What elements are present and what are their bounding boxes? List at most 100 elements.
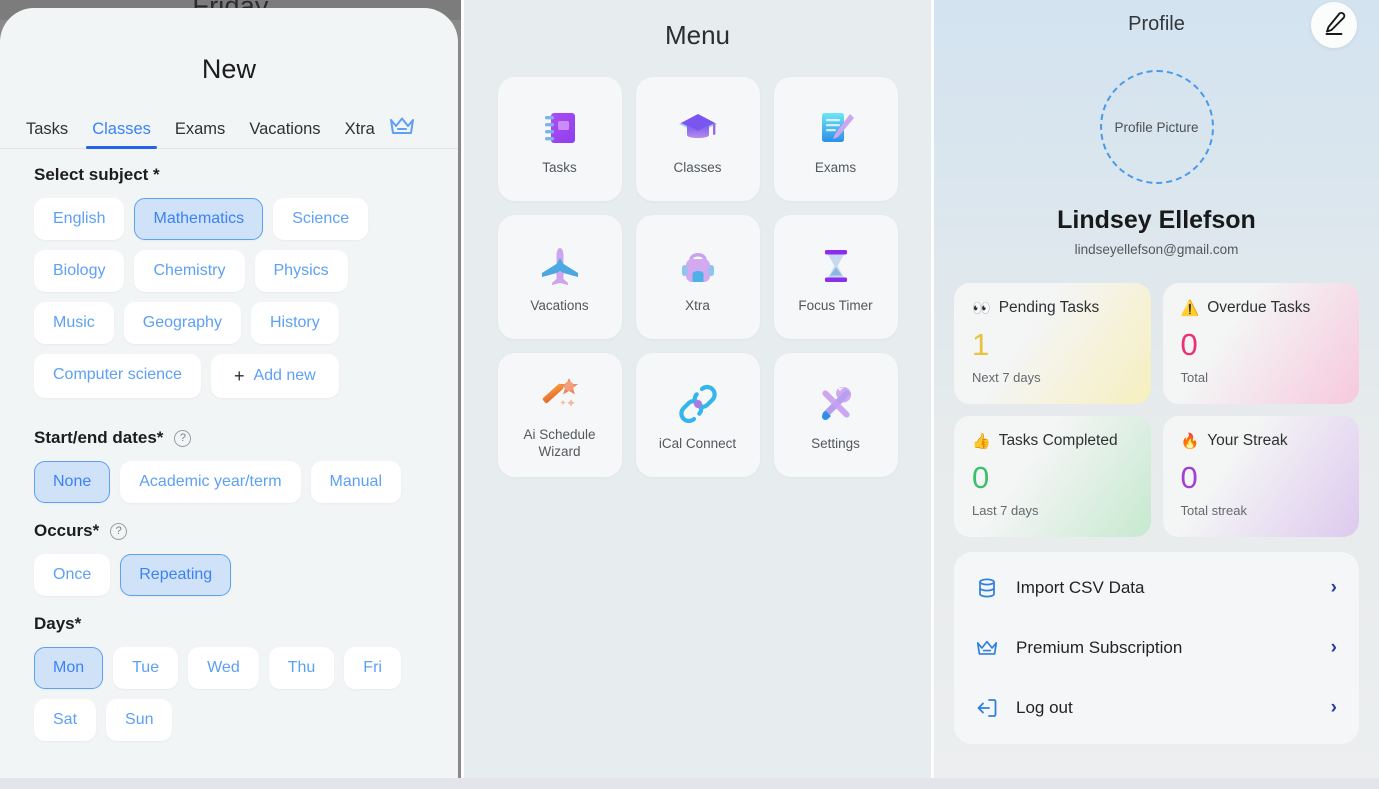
link-import-csv-data[interactable]: Import CSV Data › bbox=[954, 558, 1359, 618]
dates-chip-manual[interactable]: Manual bbox=[310, 461, 401, 503]
subject-chip-history[interactable]: History bbox=[250, 302, 339, 344]
menu-item-tasks[interactable]: Tasks bbox=[497, 77, 622, 201]
menu-item-classes[interactable]: Classes bbox=[635, 77, 760, 201]
stats-grid: 👀 Pending Tasks 1 Next 7 days ⚠️ Overdue… bbox=[934, 283, 1379, 537]
tab-classes[interactable]: Classes bbox=[80, 120, 163, 149]
menu-item-label: Vacations bbox=[530, 297, 589, 313]
menu-item-xtra[interactable]: Xtra bbox=[635, 215, 760, 339]
dates-chip-academic-year[interactable]: Academic year/term bbox=[120, 461, 301, 503]
link-label: Import CSV Data bbox=[1016, 578, 1145, 597]
menu-item-label: Ai Schedule Wizard bbox=[523, 427, 596, 459]
sheet-tabs: Tasks Classes Exams Vacations Xtra bbox=[0, 109, 458, 149]
menu-item-label: Classes bbox=[673, 159, 722, 175]
menu-item-label: iCal Connect bbox=[658, 435, 737, 451]
tab-exams[interactable]: Exams bbox=[163, 120, 237, 148]
new-entry-panel: Friday New Tasks Classes Exams Vacations… bbox=[0, 0, 461, 789]
chevron-right-icon: › bbox=[1330, 637, 1337, 658]
menu-grid: Tasks Classes Exams Vacations Xtra Focus… bbox=[464, 77, 931, 477]
occurs-label-text: Occurs* bbox=[34, 521, 100, 540]
menu-item-vacations[interactable]: Vacations bbox=[497, 215, 622, 339]
menu-item-exams[interactable]: Exams bbox=[773, 77, 898, 201]
stat-header: 🔥 Your Streak bbox=[1181, 432, 1342, 450]
tools-icon bbox=[810, 378, 862, 430]
backpack-icon bbox=[672, 240, 724, 292]
dates-label-text: Start/end dates* bbox=[34, 428, 164, 447]
menu-item-label: Xtra bbox=[685, 297, 710, 313]
eyes-icon: 👀 bbox=[972, 299, 991, 317]
day-chip-fri[interactable]: Fri bbox=[344, 647, 401, 689]
subject-chip-physics[interactable]: Physics bbox=[254, 250, 348, 292]
avatar[interactable]: Profile Picture bbox=[1099, 70, 1214, 184]
day-chip-thu[interactable]: Thu bbox=[268, 647, 335, 689]
profile-email: lindseyellefson@gmail.com bbox=[1074, 242, 1239, 257]
chevron-right-icon: › bbox=[1330, 697, 1337, 718]
new-class-form: Select subject * English Mathematics Sci… bbox=[0, 149, 458, 741]
question-mark-icon[interactable]: ? bbox=[174, 429, 192, 447]
dates-chip-none[interactable]: None bbox=[34, 461, 111, 503]
day-chip-mon[interactable]: Mon bbox=[34, 647, 104, 689]
subject-chip-geography[interactable]: Geography bbox=[123, 302, 241, 344]
occurs-chip-repeating[interactable]: Repeating bbox=[120, 554, 232, 596]
crown-icon[interactable] bbox=[389, 116, 415, 148]
menu-item-label: Tasks bbox=[542, 159, 577, 175]
pencil-edit-icon bbox=[1321, 10, 1347, 41]
subject-chip-chemistry[interactable]: Chemistry bbox=[134, 250, 245, 292]
profile-panel: Profile Profile Picture Lindsey Ellefson… bbox=[931, 0, 1379, 789]
stat-title: Overdue Tasks bbox=[1207, 299, 1311, 316]
menu-item-label: Focus Timer bbox=[798, 297, 873, 313]
question-mark-icon[interactable]: ? bbox=[110, 522, 128, 540]
new-sheet: New Tasks Classes Exams Vacations Xtra S… bbox=[0, 8, 458, 789]
stat-subtitle: Last 7 days bbox=[972, 503, 1039, 518]
subject-chip-group: English Mathematics Science Biology Chem… bbox=[34, 198, 434, 398]
graduation-cap-icon bbox=[672, 102, 724, 154]
add-new-subject-button[interactable]: + Add new bbox=[210, 354, 339, 398]
menu-item-label: Settings bbox=[811, 435, 860, 451]
days-chip-group: Mon Tue Wed Thu Fri Sat Sun bbox=[34, 647, 454, 741]
link-label: Log out bbox=[1016, 698, 1073, 717]
stat-card-overdue-tasks[interactable]: ⚠️ Overdue Tasks 0 Total bbox=[1162, 283, 1359, 404]
menu-panel: Menu Tasks Classes Exams Vacations Xtra … bbox=[461, 0, 931, 789]
menu-item-ai-schedule-wizard[interactable]: Ai Schedule Wizard bbox=[497, 353, 622, 477]
subject-chip-science[interactable]: Science bbox=[273, 198, 369, 240]
avatar-placeholder-label: Profile Picture bbox=[1114, 119, 1199, 135]
stat-value: 0 bbox=[1180, 327, 1198, 362]
subject-chip-music[interactable]: Music bbox=[34, 302, 114, 344]
stat-card-your-streak[interactable]: 🔥 Your Streak 0 Total streak bbox=[1162, 416, 1359, 537]
stat-subtitle: Total streak bbox=[1180, 503, 1247, 518]
stat-value: 0 bbox=[1180, 460, 1198, 495]
subject-chip-mathematics[interactable]: Mathematics bbox=[134, 198, 264, 240]
stat-title: Your Streak bbox=[1207, 432, 1288, 449]
stat-card-pending-tasks[interactable]: 👀 Pending Tasks 1 Next 7 days bbox=[954, 283, 1151, 404]
days-label-text: Days* bbox=[34, 614, 82, 633]
day-chip-tue[interactable]: Tue bbox=[113, 647, 179, 689]
occurs-chip-once[interactable]: Once bbox=[34, 554, 111, 596]
subject-chip-biology[interactable]: Biology bbox=[34, 250, 125, 292]
fire-icon: 🔥 bbox=[1180, 432, 1200, 450]
link-premium-subscription[interactable]: Premium Subscription › bbox=[954, 618, 1359, 678]
logout-icon bbox=[976, 697, 998, 719]
tab-xtra[interactable]: Xtra bbox=[333, 120, 387, 148]
subject-chip-english[interactable]: English bbox=[34, 198, 125, 240]
edit-profile-button[interactable] bbox=[1311, 2, 1357, 48]
stat-value: 0 bbox=[972, 460, 990, 495]
hourglass-icon bbox=[810, 240, 862, 292]
day-chip-wed[interactable]: Wed bbox=[188, 647, 259, 689]
link-log-out[interactable]: Log out › bbox=[954, 678, 1359, 738]
occurs-chip-group: Once Repeating bbox=[34, 554, 434, 596]
menu-item-focus-timer[interactable]: Focus Timer bbox=[773, 215, 898, 339]
tab-vacations[interactable]: Vacations bbox=[237, 120, 332, 148]
stat-card-tasks-completed[interactable]: 👍 Tasks Completed 0 Last 7 days bbox=[954, 416, 1151, 537]
stat-header: 👍 Tasks Completed bbox=[972, 432, 1133, 450]
link-label: Premium Subscription bbox=[1016, 638, 1183, 657]
menu-item-label: Exams bbox=[814, 159, 857, 175]
stat-title: Tasks Completed bbox=[998, 432, 1118, 449]
day-chip-sat[interactable]: Sat bbox=[34, 699, 97, 741]
stat-header: ⚠️ Overdue Tasks bbox=[1181, 299, 1342, 317]
subject-chip-computer-science[interactable]: Computer science bbox=[34, 354, 201, 398]
day-chip-sun[interactable]: Sun bbox=[106, 699, 173, 741]
app-root: Friday New Tasks Classes Exams Vacations… bbox=[0, 0, 1379, 789]
tab-tasks[interactable]: Tasks bbox=[14, 120, 80, 148]
menu-item-ical-connect[interactable]: iCal Connect bbox=[635, 353, 760, 477]
airplane-icon bbox=[534, 240, 586, 292]
menu-item-settings[interactable]: Settings bbox=[773, 353, 898, 477]
